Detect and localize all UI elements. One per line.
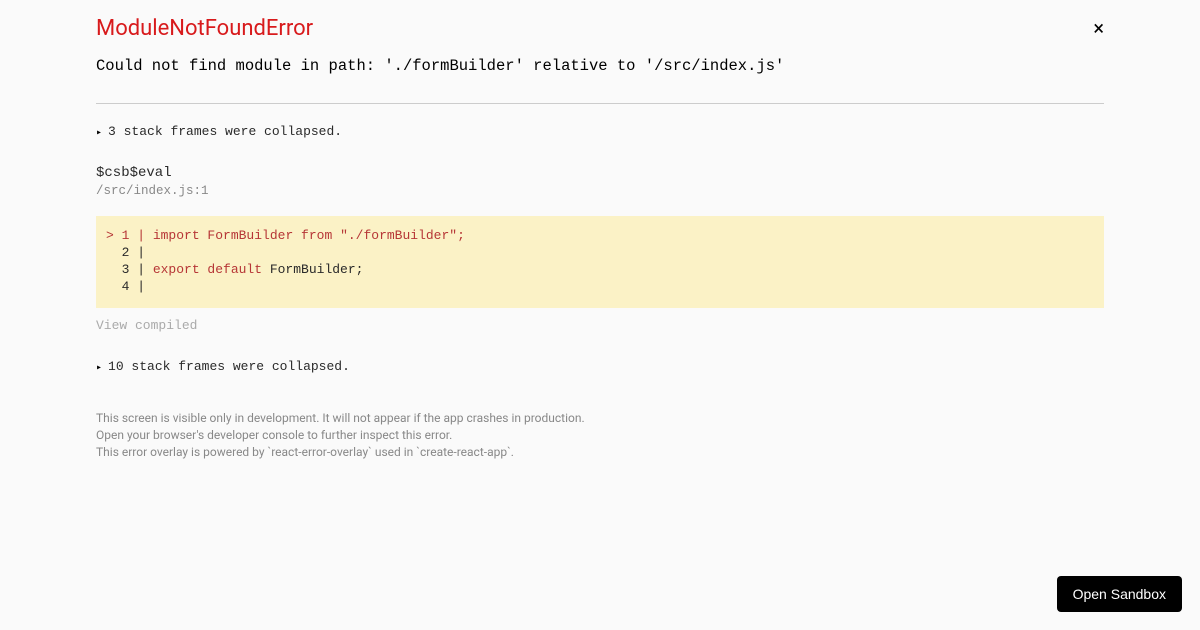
open-sandbox-button[interactable]: Open Sandbox: [1057, 576, 1182, 612]
kw-export: export default: [153, 262, 262, 277]
footer-note-3: This error overlay is powered by `react-…: [96, 444, 1104, 461]
error-overlay: ModuleNotFoundError × Could not find mod…: [0, 0, 1200, 478]
code-line-4: 4 |: [106, 279, 1094, 296]
divider: [96, 103, 1104, 104]
string-lit: "./formBuilder": [332, 228, 457, 243]
rest: FormBuilder;: [262, 262, 363, 277]
footer-notes: This screen is visible only in developme…: [96, 410, 1104, 462]
line-num: 3 |: [106, 262, 153, 277]
file-location: /src/index.js:1: [96, 184, 1104, 198]
eval-function-name: $csb$eval: [96, 165, 1104, 181]
stack-frames-collapsed-bottom[interactable]: 10 stack frames were collapsed.: [96, 359, 1104, 374]
kw-import: import: [153, 228, 200, 243]
stack-frames-collapsed-top[interactable]: 3 stack frames were collapsed.: [96, 124, 1104, 139]
close-icon[interactable]: ×: [1093, 18, 1104, 38]
semi: ;: [457, 228, 465, 243]
code-line-1: > 1 | import FormBuilder from "./formBui…: [106, 228, 1094, 245]
error-message: Could not find module in path: './formBu…: [96, 57, 1104, 75]
kw-from: from: [301, 228, 332, 243]
footer-note-2: Open your browser's developer console to…: [96, 427, 1104, 444]
view-compiled-link[interactable]: View compiled: [96, 318, 1104, 333]
code-block: > 1 | import FormBuilder from "./formBui…: [96, 216, 1104, 308]
error-title: ModuleNotFoundError: [96, 16, 313, 41]
footer-note-1: This screen is visible only in developme…: [96, 410, 1104, 427]
identifier: FormBuilder: [200, 228, 301, 243]
code-line-3: 3 | export default FormBuilder;: [106, 262, 1094, 279]
code-line-2: 2 |: [106, 245, 1094, 262]
header-row: ModuleNotFoundError ×: [96, 16, 1104, 57]
error-marker: > 1 |: [106, 228, 153, 243]
